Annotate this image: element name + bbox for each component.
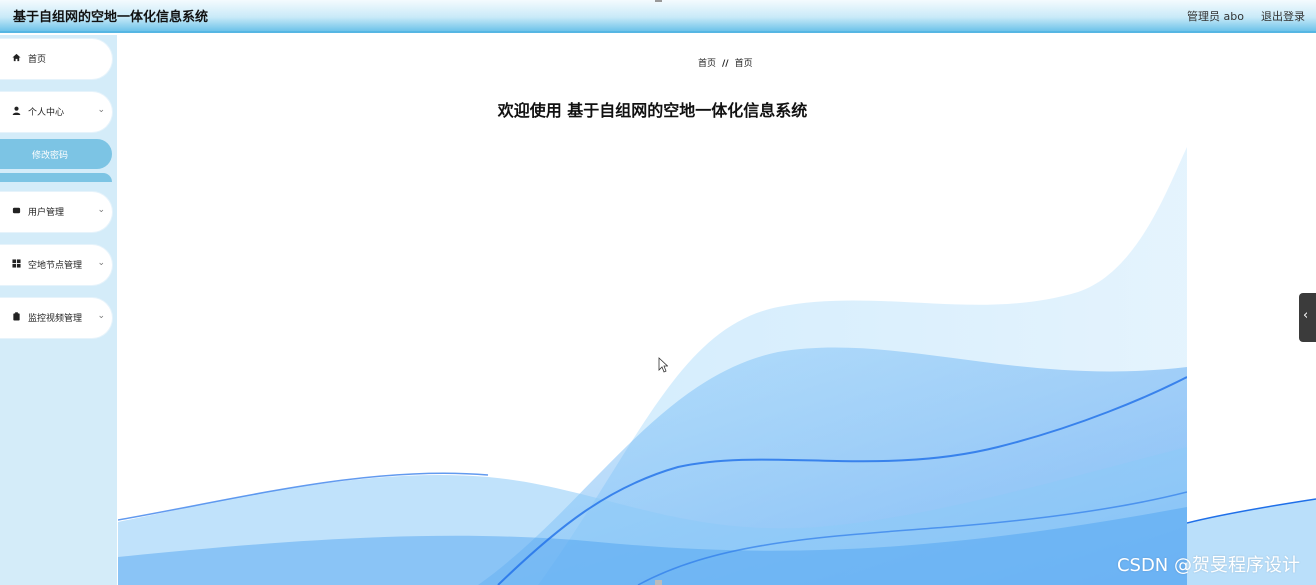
logout-link[interactable]: 退出登录 (1261, 8, 1305, 24)
breadcrumb: 首页 // 首页 (698, 56, 753, 69)
chevron-down-icon: ⌄ (97, 311, 105, 321)
home-icon (12, 53, 21, 62)
chevron-down-icon: ⌄ (97, 105, 105, 115)
sidebar-item-video-management[interactable]: 监控视频管理 ⌄ (0, 298, 112, 338)
grid-icon (12, 259, 21, 268)
chevron-down-icon: ⌄ (97, 258, 105, 268)
submenu-divider (0, 173, 112, 182)
wave-background-illustration (118, 147, 1187, 585)
mouse-cursor-icon (658, 357, 668, 373)
chevron-down-icon: ⌄ (97, 205, 105, 215)
top-bar: 基于自组网的空地一体化信息系统 管理员 abo 退出登录 (0, 0, 1316, 33)
breadcrumb-current: 首页 (734, 59, 753, 69)
breadcrumb-separator: // (722, 59, 729, 69)
watermark: CSDN @贺旻程序设计 (1116, 555, 1300, 576)
breadcrumb-home-link[interactable]: 首页 (698, 59, 716, 69)
app-title: 基于自组网的空地一体化信息系统 (13, 10, 209, 25)
sidebar-subitem-change-password[interactable]: 修改密码 (0, 139, 112, 169)
sidebar-item-home[interactable]: 首页 (0, 39, 112, 79)
welcome-heading: 欢迎使用 基于自组网的空地一体化信息系统 (497, 101, 808, 120)
sidebar-subitem-label: 修改密码 (32, 151, 69, 161)
sidebar-item-profile[interactable]: 个人中心 ⌄ (0, 92, 112, 132)
sidebar-item-node-management[interactable]: 空地节点管理 ⌄ (0, 245, 112, 285)
current-user: 管理员 abo (1187, 10, 1244, 23)
sidebar-item-label: 首页 (28, 55, 47, 65)
clipboard-icon (12, 312, 21, 321)
chevron-left-icon: ‹ (1303, 308, 1309, 323)
users-icon (12, 206, 21, 215)
sidebar-item-users[interactable]: 用户管理 ⌄ (0, 192, 112, 232)
bottom-drag-handle (655, 580, 662, 585)
sidebar-item-label: 个人中心 (28, 108, 65, 118)
user-icon (12, 106, 21, 115)
sidebar-item-label: 空地节点管理 (28, 261, 83, 271)
sidebar: 首页 个人中心 ⌄ 修改密码 用户管理 ⌄ 空地节点管理 ⌄ 监控视频管理 ⌄ (0, 35, 117, 585)
top-drag-handle (655, 0, 662, 2)
collapse-panel-toggle[interactable]: ‹ (1299, 293, 1316, 342)
sidebar-item-label: 用户管理 (28, 208, 65, 218)
sidebar-item-label: 监控视频管理 (28, 314, 83, 324)
main-content: 首页 // 首页 欢迎使用 基于自组网的空地一体化信息系统 (118, 35, 1316, 585)
